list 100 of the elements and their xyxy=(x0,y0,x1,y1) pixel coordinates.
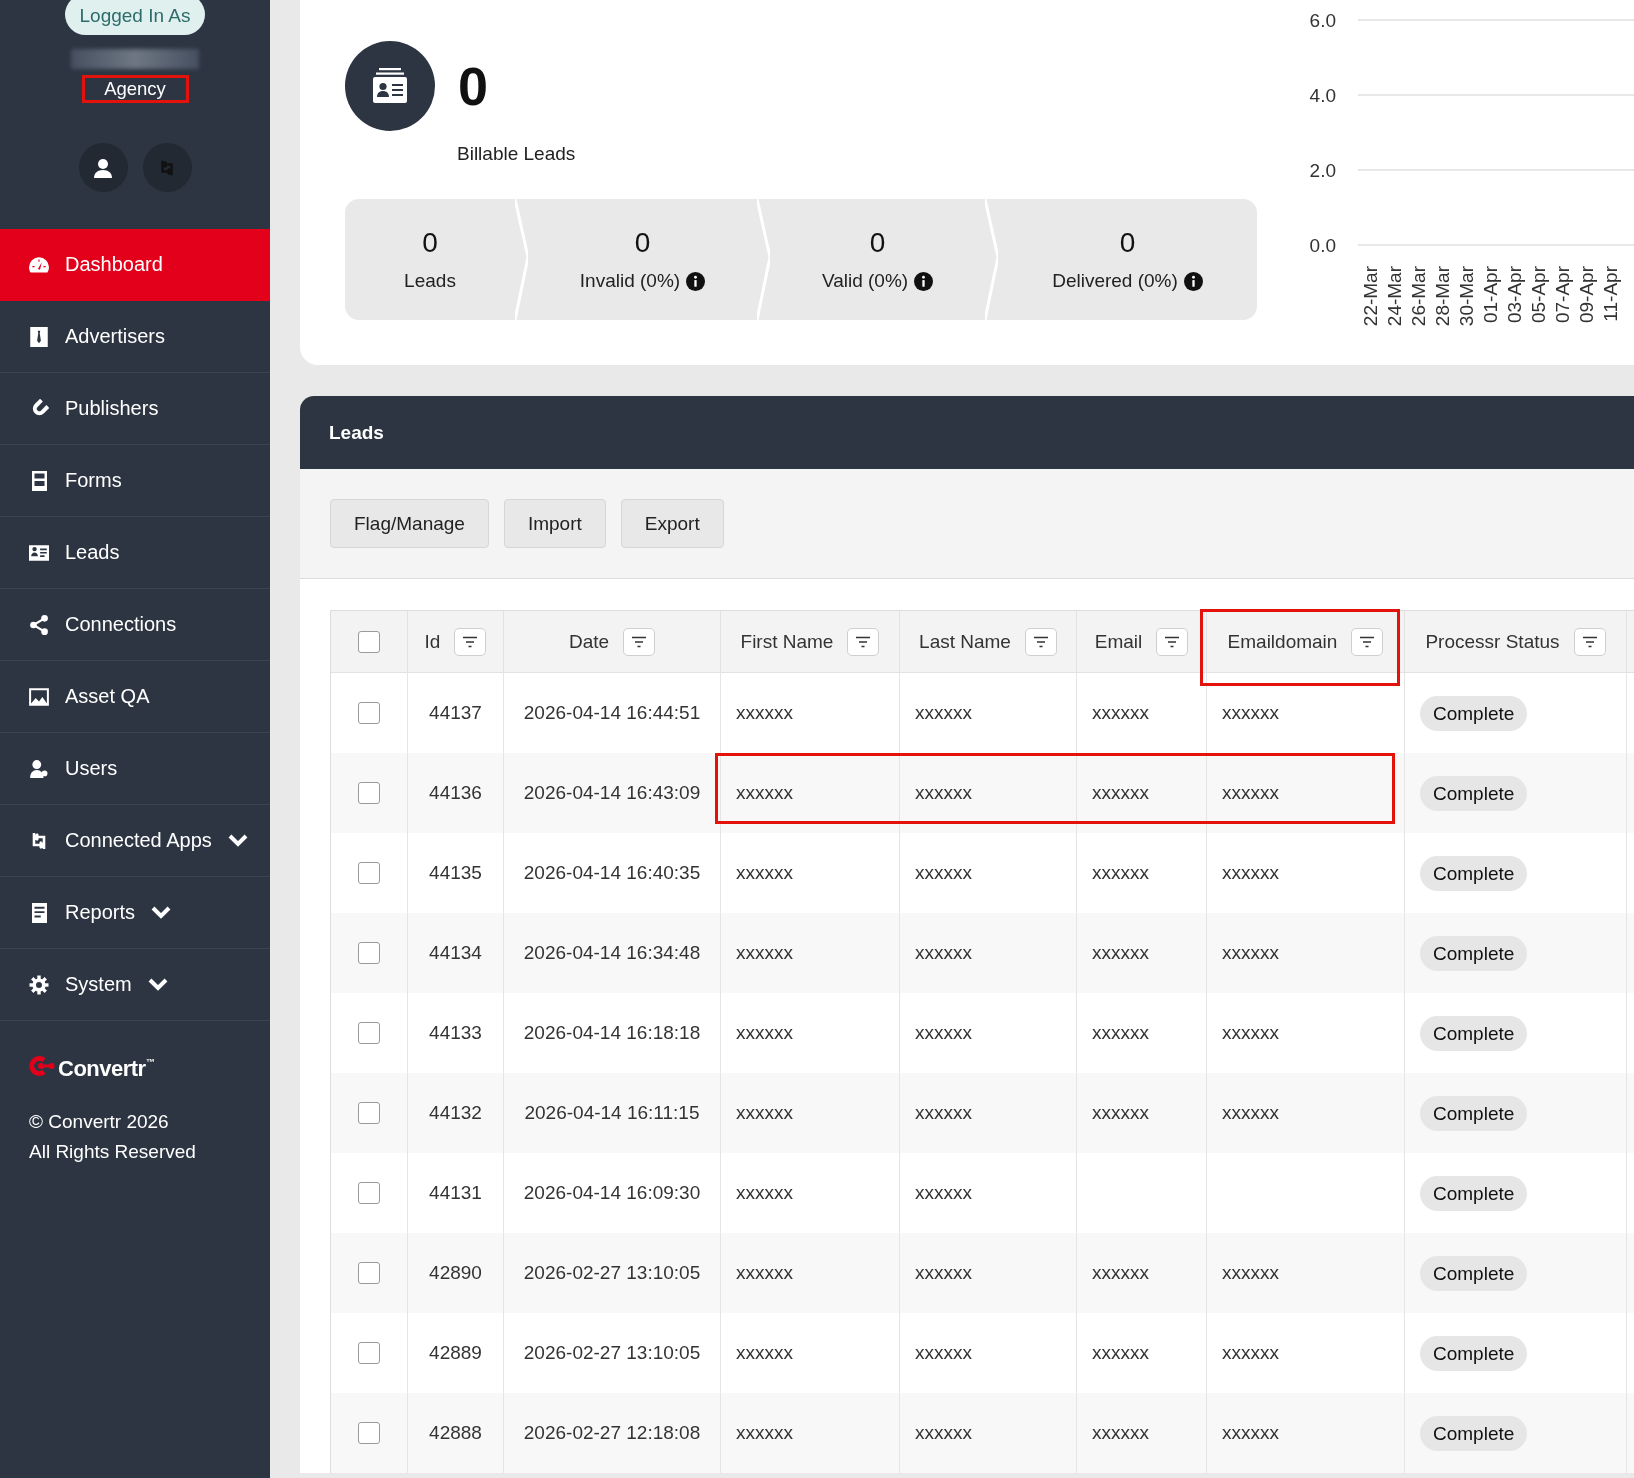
info-icon[interactable] xyxy=(914,271,934,291)
y-tick-label: 2.0 xyxy=(1309,160,1336,181)
nav-item[interactable]: Dashboard xyxy=(0,229,270,301)
column-header: Email xyxy=(1094,630,1143,653)
filter-button[interactable] xyxy=(1024,627,1057,656)
filter-button[interactable] xyxy=(1573,627,1606,656)
footer-text: All Rights Reserved xyxy=(29,1140,196,1164)
email: xxxxxx xyxy=(1092,1422,1149,1444)
nav-item[interactable]: Connected Apps xyxy=(0,805,270,877)
stat-label: Valid (0%) xyxy=(821,270,909,292)
row-checkbox[interactable] xyxy=(358,1262,380,1284)
email: xxxxxx xyxy=(1092,1262,1149,1284)
lead-id: 44134 xyxy=(429,942,482,964)
filter-button[interactable] xyxy=(1351,627,1384,656)
row-checkbox[interactable] xyxy=(358,782,380,804)
nav-item[interactable]: Publishers xyxy=(0,373,270,445)
last-name: xxxxxx xyxy=(915,782,972,804)
lead-date: 2026-04-14 16:44:51 xyxy=(523,702,701,724)
lead-date: 2026-04-14 16:34:48 xyxy=(523,942,701,964)
first-name: xxxxxx xyxy=(736,1262,793,1284)
swap-button[interactable] xyxy=(142,143,192,192)
filter-icon xyxy=(855,635,872,648)
filter-button[interactable] xyxy=(454,627,487,656)
status-badge: Complete xyxy=(1420,1015,1528,1051)
status-badge: Complete xyxy=(1420,1255,1528,1291)
billable-leads-label: Billable Leads xyxy=(457,143,576,165)
status-badge: Complete xyxy=(1420,695,1528,731)
nav-item[interactable]: Asset QA xyxy=(0,661,270,733)
settings-icon xyxy=(29,974,49,995)
email-domain: xxxxxx xyxy=(1222,1022,1279,1044)
select-all-checkbox[interactable] xyxy=(358,630,380,653)
y-tick-label: 6.0 xyxy=(1309,10,1336,31)
row-checkbox[interactable] xyxy=(358,942,380,964)
filter-icon xyxy=(1164,635,1181,648)
user-button[interactable] xyxy=(78,143,128,192)
status-badge: Complete xyxy=(1420,1335,1528,1371)
row-checkbox[interactable] xyxy=(358,1422,380,1444)
filter-icon xyxy=(1581,635,1598,648)
x-tick-label: 03-Apr xyxy=(1504,266,1525,324)
last-name: xxxxxx xyxy=(915,1262,972,1284)
last-name: xxxxxx xyxy=(915,862,972,884)
lead-id: 42889 xyxy=(429,1342,482,1364)
info-icon[interactable] xyxy=(686,271,706,291)
nav-item[interactable]: Advertisers xyxy=(0,301,270,373)
stat-label: Leads xyxy=(404,270,456,292)
lead-id: 44136 xyxy=(429,782,482,804)
row-checkbox[interactable] xyxy=(358,862,380,884)
filter-icon xyxy=(462,635,479,648)
row-checkbox[interactable] xyxy=(358,1022,380,1044)
lead-date: 2026-04-14 16:40:35 xyxy=(523,862,701,884)
chevron-down-icon xyxy=(151,906,172,919)
filter-button[interactable] xyxy=(847,627,880,656)
image-icon xyxy=(29,687,49,706)
panel-title: Leads xyxy=(329,421,384,444)
billable-leads-count: 0 xyxy=(458,59,489,113)
stat-label: Delivered (0%) xyxy=(1052,270,1178,292)
email: xxxxxx xyxy=(1092,1022,1149,1044)
row-checkbox[interactable] xyxy=(358,1182,380,1204)
stat-value: 0 xyxy=(869,227,886,259)
lead-id: 44132 xyxy=(429,1102,482,1124)
swap-arrows-icon xyxy=(158,158,176,177)
nav-item[interactable]: Users xyxy=(0,733,270,805)
lead-date: 2026-02-27 13:10:05 xyxy=(523,1342,701,1364)
toolbar-button[interactable]: Import xyxy=(503,499,606,548)
chevron-down-icon xyxy=(147,978,168,991)
row-checkbox[interactable] xyxy=(358,702,380,724)
filter-button[interactable] xyxy=(1156,627,1189,656)
email-domain: xxxxxx xyxy=(1222,862,1279,884)
row-checkbox[interactable] xyxy=(358,1342,380,1364)
email-domain: xxxxxx xyxy=(1222,782,1279,804)
column-header: Id xyxy=(424,630,441,653)
nav-item[interactable]: Connections xyxy=(0,589,270,661)
y-tick-label: 4.0 xyxy=(1309,85,1336,106)
nav-item[interactable]: Reports xyxy=(0,877,270,949)
x-tick-label: 07-Apr xyxy=(1552,266,1573,324)
toolbar-button[interactable]: Flag/Manage xyxy=(330,499,489,548)
contact-card-icon xyxy=(345,41,435,131)
x-tick-label: 22-Mar xyxy=(1360,266,1381,327)
column-header: First Name xyxy=(740,630,834,653)
nav-item[interactable]: Leads xyxy=(0,517,270,589)
brand-name: Convertr$^{™}$ xyxy=(58,1055,155,1082)
toolbar-button[interactable]: Export xyxy=(620,499,724,548)
tie-badge-icon xyxy=(30,326,48,347)
nav-item[interactable]: Forms xyxy=(0,445,270,517)
row-checkbox[interactable] xyxy=(358,1102,380,1124)
x-tick-label: 24-Mar xyxy=(1384,266,1405,327)
info-icon[interactable] xyxy=(1183,271,1203,291)
status-badge: Complete xyxy=(1420,1175,1528,1211)
first-name: xxxxxx xyxy=(736,1022,793,1044)
lead-id: 44131 xyxy=(429,1182,482,1204)
x-tick-label: 09-Apr xyxy=(1576,266,1597,324)
nav-item[interactable]: System xyxy=(0,949,270,1021)
cabinet-icon xyxy=(31,470,47,491)
first-name: xxxxxx xyxy=(736,942,793,964)
filter-button[interactable] xyxy=(623,627,656,656)
lead-id: 44135 xyxy=(429,862,482,884)
column-header: Last Name xyxy=(919,630,1011,653)
column-header: Date xyxy=(568,630,610,653)
last-name: xxxxxx xyxy=(915,942,972,964)
first-name: xxxxxx xyxy=(736,782,793,804)
